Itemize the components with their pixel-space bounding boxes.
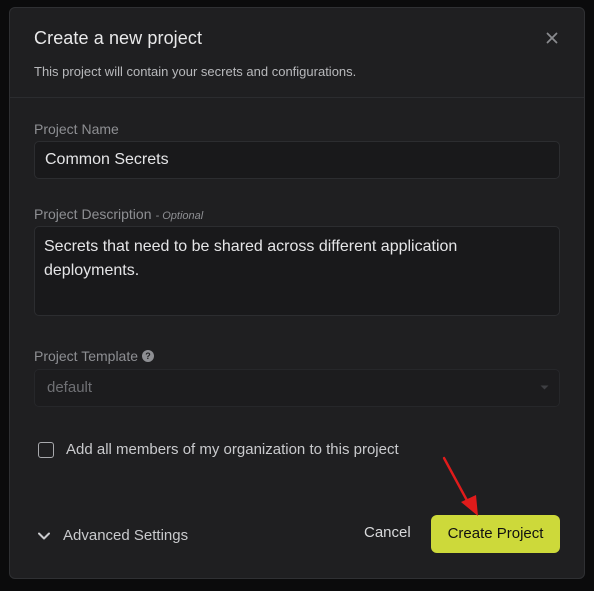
create-project-dialog: Create a new project This project will c… <box>9 7 585 579</box>
dialog-header: Create a new project This project will c… <box>10 8 584 98</box>
close-button[interactable] <box>544 30 560 46</box>
project-description-label: Project Description - Optional <box>34 206 203 222</box>
create-project-button[interactable]: Create Project <box>431 515 560 553</box>
add-members-option[interactable]: Add all members of my organization to th… <box>38 441 399 458</box>
project-name-label: Project Name <box>34 121 119 137</box>
svg-text:?: ? <box>145 351 151 361</box>
project-template-select[interactable]: default <box>34 369 560 407</box>
dialog-subtitle: This project will contain your secrets a… <box>34 64 357 79</box>
project-template-label: Project Template ? <box>34 348 155 364</box>
project-description-label-text: Project Description <box>34 206 152 222</box>
project-name-input[interactable]: Common Secrets <box>34 141 560 179</box>
help-icon[interactable]: ? <box>142 350 155 362</box>
add-members-checkbox[interactable] <box>38 441 54 458</box>
project-template-value: default <box>47 379 93 396</box>
add-members-label: Add all members of my organization to th… <box>66 441 399 458</box>
project-template-label-text: Project Template <box>34 348 139 364</box>
chevron-down-icon <box>38 532 50 539</box>
dialog-title: Create a new project <box>34 28 203 48</box>
advanced-settings-toggle[interactable]: Advanced Settings <box>38 527 188 544</box>
advanced-settings-label: Advanced Settings <box>63 527 189 544</box>
red-arrow-annotation <box>442 456 478 516</box>
chevron-down-icon <box>540 385 549 390</box>
cancel-button[interactable]: Cancel <box>364 524 411 541</box>
project-description-textarea[interactable]: Secrets that need to be shared across di… <box>34 226 560 316</box>
close-icon <box>546 32 558 44</box>
optional-tag: - Optional <box>155 210 204 222</box>
